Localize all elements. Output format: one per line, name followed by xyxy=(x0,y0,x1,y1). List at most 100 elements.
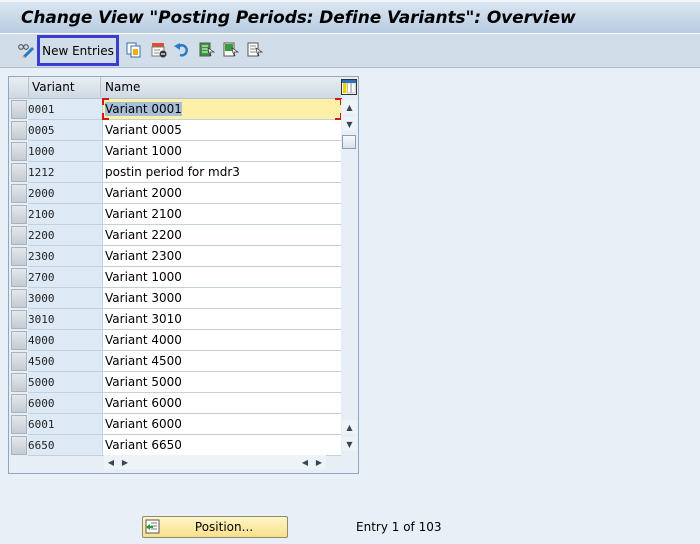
row-selector[interactable] xyxy=(11,310,27,329)
row-selector[interactable] xyxy=(11,268,27,287)
position-button[interactable]: Position... xyxy=(142,516,288,538)
row-selector[interactable] xyxy=(11,373,27,392)
display-change-icon[interactable] xyxy=(17,41,35,59)
deselect-all-icon[interactable] xyxy=(246,41,264,59)
scroll-page-up-button[interactable]: ▲ xyxy=(342,420,357,434)
row-selector[interactable] xyxy=(11,436,27,455)
variant-cell: 2100 xyxy=(28,204,102,225)
table-row[interactable]: 0001 Variant 0001 xyxy=(9,98,342,120)
name-value: Variant 0001 xyxy=(105,102,182,116)
name-input[interactable]: Variant 2300 xyxy=(102,246,341,267)
variant-cell: 2200 xyxy=(28,225,102,246)
row-selector[interactable] xyxy=(11,226,27,245)
name-input[interactable]: Variant 0005 xyxy=(102,120,341,141)
name-value: Variant 3000 xyxy=(105,291,182,305)
name-value: Variant 6000 xyxy=(105,417,182,431)
name-input[interactable]: Variant 6000 xyxy=(102,393,341,414)
variant-cell: 6650 xyxy=(28,435,102,456)
name-value: Variant 4000 xyxy=(105,333,182,347)
undo-icon[interactable] xyxy=(173,41,191,59)
new-entries-button[interactable]: New Entries xyxy=(37,35,119,66)
name-input[interactable]: Variant 0001 xyxy=(102,98,342,120)
table-row[interactable]: 1212 postin period for mdr3 xyxy=(9,162,341,183)
row-selector[interactable] xyxy=(11,205,27,224)
entry-counter: Entry 1 of 103 xyxy=(356,520,442,534)
name-input[interactable]: Variant 6000 xyxy=(102,414,341,435)
name-input[interactable]: Variant 6650 xyxy=(102,435,341,456)
select-all-rows-button[interactable] xyxy=(9,77,29,97)
table-row[interactable]: 2100 Variant 2100 xyxy=(9,204,341,225)
variant-cell: 3000 xyxy=(28,288,102,309)
row-selector[interactable] xyxy=(11,184,27,203)
name-input[interactable]: Variant 2000 xyxy=(102,183,341,204)
table-row[interactable]: 5000 Variant 5000 xyxy=(9,372,341,393)
name-input[interactable]: Variant 3010 xyxy=(102,309,341,330)
scroll-left-end-button[interactable]: ◀ xyxy=(298,455,312,469)
variant-cell: 0005 xyxy=(28,120,102,141)
name-input[interactable]: Variant 2100 xyxy=(102,204,341,225)
scroll-thumb[interactable] xyxy=(342,135,356,149)
table-row[interactable]: 1000 Variant 1000 xyxy=(9,141,341,162)
title-bar: Change View "Posting Periods: Define Var… xyxy=(0,0,700,34)
focus-corner xyxy=(102,113,109,120)
delete-icon[interactable] xyxy=(150,41,168,59)
row-selector[interactable] xyxy=(11,289,27,308)
select-block-icon[interactable] xyxy=(222,41,240,59)
scroll-up-button[interactable]: ▲ xyxy=(342,100,357,114)
row-selector[interactable] xyxy=(11,352,27,371)
scroll-right-button[interactable]: ▶ xyxy=(118,455,132,469)
table-row[interactable]: 2300 Variant 2300 xyxy=(9,246,341,267)
table-row[interactable]: 6001 Variant 6000 xyxy=(9,414,341,435)
horizontal-scroll-track[interactable] xyxy=(132,455,298,469)
name-value: Variant 2100 xyxy=(105,207,182,221)
vertical-scrollbar[interactable]: ▲ ▼ ▲ ▼ xyxy=(341,99,358,451)
variant-cell: 5000 xyxy=(28,372,102,393)
name-value: Variant 2200 xyxy=(105,228,182,242)
focus-corner xyxy=(102,98,109,105)
scroll-left-button[interactable]: ◀ xyxy=(104,455,118,469)
name-input[interactable]: Variant 4500 xyxy=(102,351,341,372)
scroll-down-button[interactable]: ▼ xyxy=(342,437,357,451)
table-row[interactable]: 3010 Variant 3010 xyxy=(9,309,341,330)
name-input[interactable]: postin period for mdr3 xyxy=(102,162,341,183)
scroll-page-down-button[interactable]: ▼ xyxy=(342,117,357,131)
scroll-right-end-button[interactable]: ▶ xyxy=(312,455,326,469)
table-row[interactable]: 2200 Variant 2200 xyxy=(9,225,341,246)
name-input[interactable]: Variant 4000 xyxy=(102,330,341,351)
name-input[interactable]: Variant 3000 xyxy=(102,288,341,309)
name-value: Variant 6000 xyxy=(105,396,182,410)
table-row[interactable]: 0005 Variant 0005 xyxy=(9,120,341,141)
table-settings-icon[interactable] xyxy=(341,79,357,95)
table-row[interactable]: 2000 Variant 2000 xyxy=(9,183,341,204)
select-all-icon[interactable] xyxy=(198,41,216,59)
name-column-horizontal-scrollbar[interactable]: ◀ ▶ ◀ ▶ xyxy=(104,455,326,469)
column-header-name[interactable]: Name xyxy=(102,77,342,97)
table-row[interactable]: 2700 Variant 1000 xyxy=(9,267,341,288)
row-selector[interactable] xyxy=(11,100,27,119)
copy-as-icon[interactable] xyxy=(125,41,143,59)
variant-cell: 6001 xyxy=(28,414,102,435)
row-selector[interactable] xyxy=(11,163,27,182)
row-selector[interactable] xyxy=(11,415,27,434)
row-selector[interactable] xyxy=(11,121,27,140)
name-value: Variant 2300 xyxy=(105,249,182,263)
row-selector[interactable] xyxy=(11,394,27,413)
variant-cell: 3010 xyxy=(28,309,102,330)
table-row[interactable]: 6000 Variant 6000 xyxy=(9,393,341,414)
table-header: Variant Name xyxy=(9,77,341,99)
name-input[interactable]: Variant 5000 xyxy=(102,372,341,393)
row-selector[interactable] xyxy=(11,142,27,161)
table-row[interactable]: 4500 Variant 4500 xyxy=(9,351,341,372)
name-input[interactable]: Variant 2200 xyxy=(102,225,341,246)
variant-cell: 2300 xyxy=(28,246,102,267)
column-header-variant[interactable]: Variant xyxy=(29,77,101,97)
table-row[interactable]: 3000 Variant 3000 xyxy=(9,288,341,309)
table-row[interactable]: 6650 Variant 6650 xyxy=(9,435,341,456)
row-selector[interactable] xyxy=(11,247,27,266)
name-value: Variant 6650 xyxy=(105,438,182,452)
name-input[interactable]: Variant 1000 xyxy=(102,267,341,288)
row-selector[interactable] xyxy=(11,331,27,350)
table-row[interactable]: 4000 Variant 4000 xyxy=(9,330,341,351)
name-input[interactable]: Variant 1000 xyxy=(102,141,341,162)
page-title: Change View "Posting Periods: Define Var… xyxy=(21,8,576,28)
